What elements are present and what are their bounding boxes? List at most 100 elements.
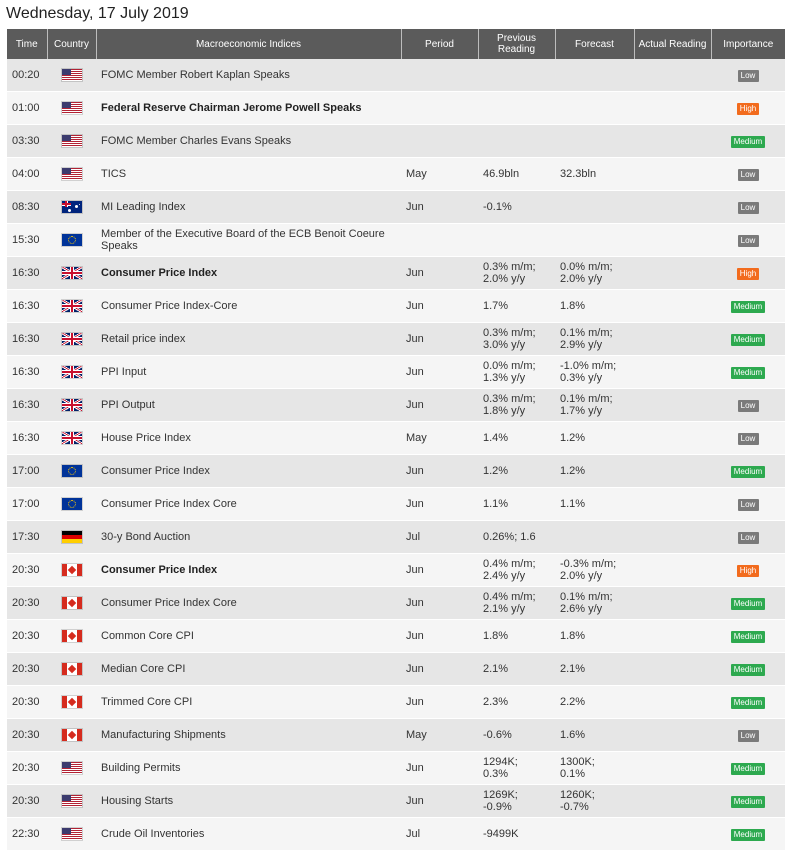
event-time: 22:30 [7,817,47,851]
forecast-value: 0.1% m/m; 2.6% y/y [555,586,634,620]
event-name[interactable]: 30-y Bond Auction [96,520,401,554]
country-cell [47,322,96,356]
table-row[interactable]: 20:30 Trimmed Core CPI Jun 2.3% 2.2% Medium [7,685,785,719]
event-name[interactable]: Consumer Price Index [96,553,401,587]
event-name[interactable]: PPI Output [96,388,401,422]
table-row[interactable]: 22:30 Crude Oil Inventories Jul -9499K Mediu… [7,817,785,851]
previous-line: 2.0% y/y [483,273,526,285]
previous-line: 0.0% m/m; [483,360,536,372]
event-name[interactable]: Member of the Executive Board of the ECB… [96,223,401,257]
event-period: Jun [401,289,478,323]
event-name[interactable]: PPI Input [96,355,401,389]
actual-reading [634,685,711,719]
event-period [401,223,478,257]
table-row[interactable]: 16:30 House Price Index May 1.4% 1.2% Low [7,421,785,455]
table-row[interactable]: 04:00 TICS May 46.9bln 32.3bln Low [7,157,785,191]
us-flag-icon [61,102,82,115]
forecast-line: 0.1% m/m; [560,591,613,603]
event-name[interactable]: Consumer Price Index Core [96,586,401,620]
event-name[interactable]: Building Permits [96,751,401,785]
forecast-value: 0.1% m/m; 2.9% y/y [555,322,634,356]
table-row[interactable]: 16:30 Retail price index Jun 0.3% m/m; 3.0% … [7,322,785,356]
forecast-line: 1.7% y/y [560,405,603,417]
event-name[interactable]: Consumer Price Index [96,256,401,290]
actual-reading [634,520,711,554]
country-cell [47,256,96,290]
table-row[interactable]: 20:30 Common Core CPI Jun 1.8% 1.8% Medium [7,619,785,653]
col-header-time[interactable]: Time [7,29,48,59]
event-name[interactable]: Housing Starts [96,784,401,818]
event-name[interactable]: Consumer Price Index Core [96,487,401,521]
event-name[interactable]: Median Core CPI [96,652,401,686]
event-time: 04:00 [7,157,47,191]
table-row[interactable]: 20:30 Median Core CPI Jun 2.1% 2.1% Medium [7,652,785,686]
event-name[interactable]: Common Core CPI [96,619,401,653]
importance-badge: High [736,564,760,577]
table-row[interactable]: 15:30 Member of the Executive Board of th… [7,223,785,257]
event-time: 20:30 [7,553,47,587]
event-time: 08:30 [7,190,47,224]
previous-reading: 1.8% [478,619,555,653]
importance-badge: Medium [730,300,766,313]
forecast-value [555,223,634,257]
importance-badge: Low [737,729,759,742]
col-header-previous[interactable]: Previous Reading [478,29,556,59]
event-period: Jun [401,322,478,356]
col-header-event[interactable]: Macroeconomic Indices [96,29,402,59]
event-name[interactable]: Consumer Price Index [96,454,401,488]
canada-flag-icon [61,663,82,676]
event-name[interactable]: TICS [96,157,401,191]
event-name[interactable]: Trimmed Core CPI [96,685,401,719]
table-row[interactable]: 08:30 MI Leading Index Jun -0.1% Low [7,190,785,224]
forecast-line: 1260K; [560,789,595,801]
forecast-line: 32.3bln [560,168,597,180]
table-row[interactable]: 16:30 PPI Output Jun 0.3% m/m; 1.8% y/y 0.1% … [7,388,785,422]
col-header-country[interactable]: Country [47,29,97,59]
forecast-value: 1.8% [555,289,634,323]
forecast-line: 1.2% [560,432,586,444]
event-name[interactable]: House Price Index [96,421,401,455]
table-row[interactable]: 20:30 Consumer Price Index Core Jun 0.4% m/… [7,586,785,620]
table-row[interactable]: 03:30 FOMC Member Charles Evans Speaks Med… [7,124,785,158]
event-name[interactable]: Crude Oil Inventories [96,817,401,851]
col-header-actual[interactable]: Actual Reading [634,29,712,59]
event-name[interactable]: MI Leading Index [96,190,401,224]
importance-badge: Medium [730,597,766,610]
event-time: 16:30 [7,355,47,389]
table-row[interactable]: 01:00 Federal Reserve Chairman Jerome Pow… [7,91,785,125]
eu-flag-icon [61,498,82,511]
table-row[interactable]: 20:30 Housing Starts Jun 1269K; -0.9% 1260K; -… [7,784,785,818]
event-time: 20:30 [7,784,47,818]
table-row[interactable]: 16:30 Consumer Price Index Jun 0.3% m/m; 2.0… [7,256,785,290]
previous-reading: 1.1% [478,487,555,521]
col-header-forecast[interactable]: Forecast [555,29,635,59]
table-row[interactable]: 16:30 PPI Input Jun 0.0% m/m; 1.3% y/y -1.0% … [7,355,785,389]
event-name[interactable]: Manufacturing Shipments [96,718,401,752]
previous-reading: 0.4% m/m; 2.1% y/y [478,586,555,620]
event-period: May [401,421,478,455]
actual-reading [634,256,711,290]
country-cell [47,157,96,191]
table-row[interactable]: 00:20 FOMC Member Robert Kaplan Speaks Low [7,59,785,92]
table-row[interactable]: 16:30 Consumer Price Index-Core Jun 1.7% 1.8… [7,289,785,323]
event-period: Jun [401,355,478,389]
country-cell [47,91,96,125]
importance-cell: Medium [711,355,785,389]
table-row[interactable]: 20:30 Building Permits Jun 1294K; 0.3% 1300K;… [7,751,785,785]
table-row[interactable]: 20:30 Consumer Price Index Jun 0.4% m/m; 2.4… [7,553,785,587]
event-name[interactable]: Consumer Price Index-Core [96,289,401,323]
event-name[interactable]: FOMC Member Robert Kaplan Speaks [96,59,401,92]
table-row[interactable]: 20:30 Manufacturing Shipments May -0.6% 1.6%… [7,718,785,752]
table-row[interactable]: 17:00 Consumer Price Index Jun 1.2% 1.2% Medi… [7,454,785,488]
forecast-value: 1.2% [555,421,634,455]
table-row[interactable]: 17:30 30-y Bond Auction Jul 0.26%; 1.6 Low [7,520,785,554]
us-flag-icon [61,168,82,181]
event-name[interactable]: Retail price index [96,322,401,356]
event-name[interactable]: Federal Reserve Chairman Jerome Powell S… [96,91,401,125]
forecast-line: 2.2% [560,696,586,708]
col-header-importance[interactable]: Importance [711,29,785,59]
event-name[interactable]: FOMC Member Charles Evans Speaks [96,124,401,158]
table-row[interactable]: 17:00 Consumer Price Index Core Jun 1.1% 1.1… [7,487,785,521]
forecast-value [555,520,634,554]
col-header-period[interactable]: Period [401,29,479,59]
